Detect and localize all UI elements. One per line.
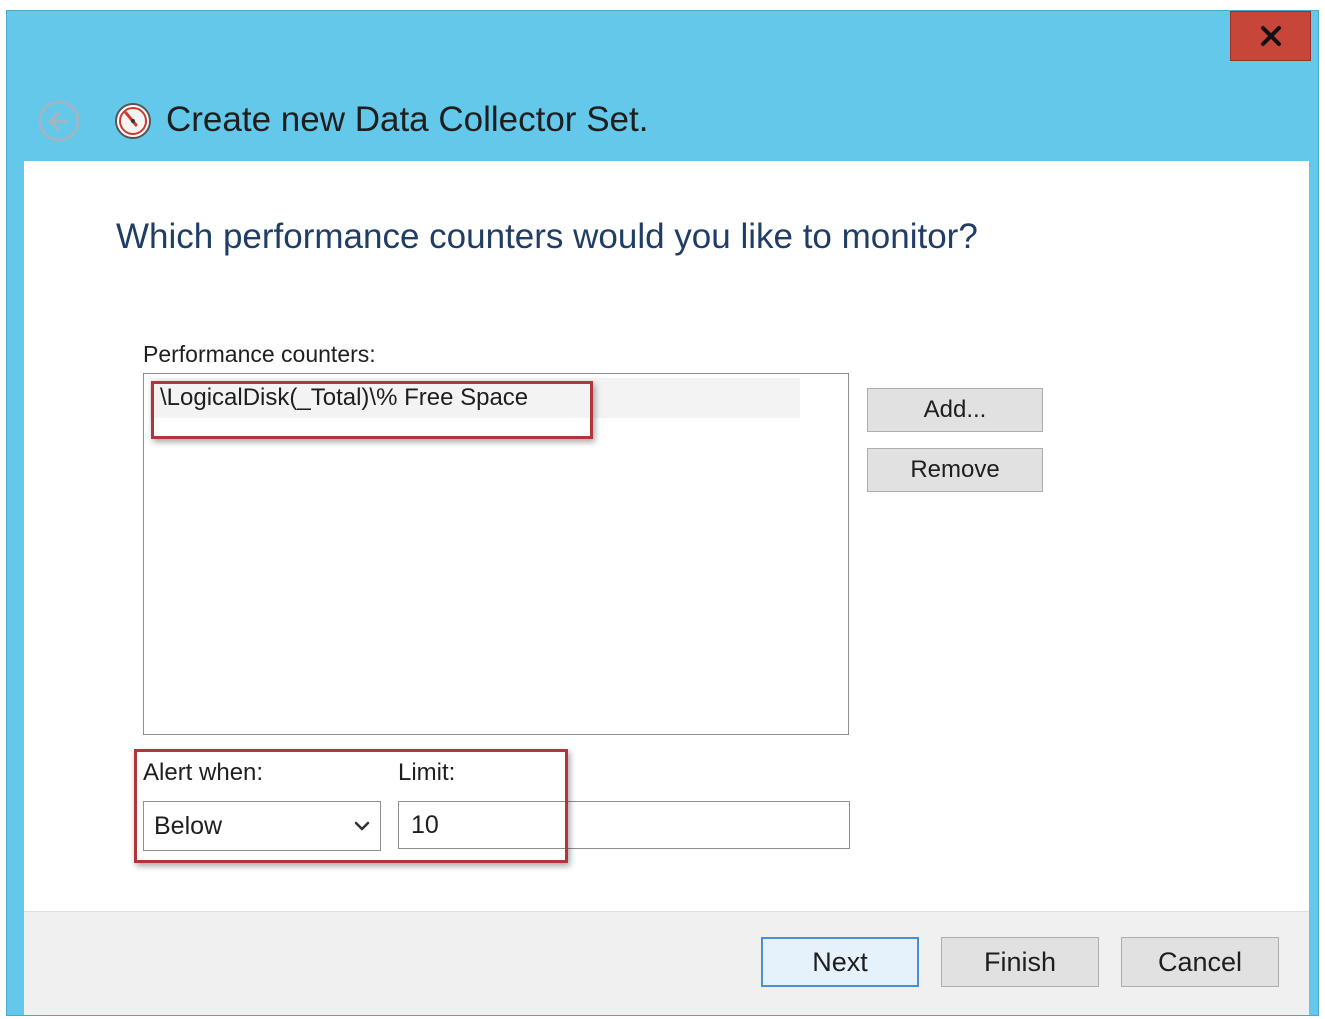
- close-icon: [1260, 26, 1281, 46]
- alert-when-label: Alert when:: [143, 759, 264, 786]
- limit-field[interactable]: 10: [398, 801, 850, 849]
- wizard-window: Create new Data Collector Set. Which per…: [6, 10, 1319, 1016]
- back-arrow-icon: [38, 100, 80, 142]
- performance-monitor-icon: [111, 99, 155, 143]
- cancel-button[interactable]: Cancel: [1121, 937, 1279, 987]
- window-title: Create new Data Collector Set.: [166, 100, 649, 139]
- finish-button[interactable]: Finish: [941, 937, 1099, 987]
- page-heading: Which performance counters would you lik…: [116, 217, 978, 256]
- limit-label: Limit:: [398, 759, 456, 786]
- list-item[interactable]: \LogicalDisk(_Total)\% Free Space: [150, 378, 800, 418]
- wizard-footer: Next Finish Cancel: [24, 911, 1309, 1015]
- alert-when-select[interactable]: Below: [143, 801, 381, 851]
- chevron-down-icon: [354, 821, 370, 831]
- alert-when-value: Below: [154, 812, 223, 840]
- performance-counters-list[interactable]: \LogicalDisk(_Total)\% Free Space: [143, 373, 849, 735]
- next-button[interactable]: Next: [761, 937, 919, 987]
- remove-counter-button[interactable]: Remove: [867, 448, 1043, 492]
- add-counter-button[interactable]: Add...: [867, 388, 1043, 432]
- back-button[interactable]: [37, 99, 81, 143]
- wizard-content: Which performance counters would you lik…: [24, 161, 1309, 911]
- performance-counters-label: Performance counters:: [143, 341, 376, 367]
- close-button[interactable]: [1230, 11, 1311, 61]
